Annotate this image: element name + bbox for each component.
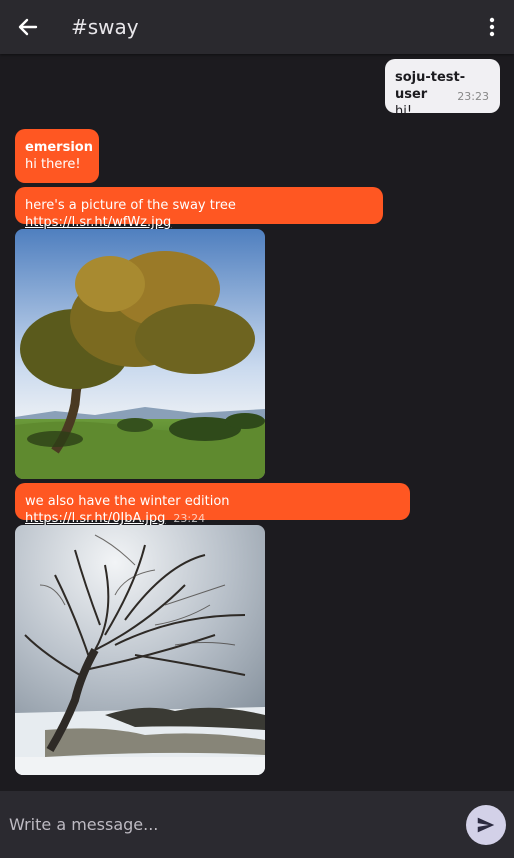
incoming-message: emersion hi there!: [15, 129, 99, 183]
arrow-left-icon: [18, 18, 38, 36]
message-text: hi there!: [25, 157, 81, 172]
image-preview-summer[interactable]: [15, 229, 265, 479]
send-button[interactable]: [466, 805, 506, 845]
top-app-bar: #sway: [0, 0, 514, 54]
image-preview-winter[interactable]: [15, 525, 265, 775]
message-time: 23:23: [457, 90, 489, 103]
message-text: we also have the winter edition: [25, 494, 230, 509]
more-vertical-icon: [489, 17, 495, 37]
message-text: here's a picture of the sway tree: [25, 198, 236, 213]
incoming-message: we also have the winter edition https://…: [15, 483, 410, 526]
channel-title: #sway: [71, 15, 139, 39]
message-list[interactable]: soju-test-user hi! 23:23 emersion hi the…: [0, 54, 514, 791]
message-time: 23:24: [173, 512, 206, 525]
incoming-message: here's a picture of the sway tree https:…: [15, 187, 383, 230]
more-options-button[interactable]: [478, 13, 506, 41]
message-input[interactable]: [0, 791, 450, 858]
send-icon: [477, 817, 495, 833]
message-link[interactable]: https://l.sr.ht/0JbA.jpg: [25, 511, 165, 526]
message-text: hi!: [395, 104, 413, 119]
message-composer: [0, 791, 514, 858]
tree-winter-image: [15, 525, 265, 775]
outgoing-message: soju-test-user hi! 23:23: [385, 59, 500, 119]
message-sender: emersion: [25, 140, 93, 155]
back-button[interactable]: [14, 13, 42, 41]
message-link[interactable]: https://l.sr.ht/wfWz.jpg: [25, 215, 171, 230]
tree-summer-image: [15, 229, 265, 479]
